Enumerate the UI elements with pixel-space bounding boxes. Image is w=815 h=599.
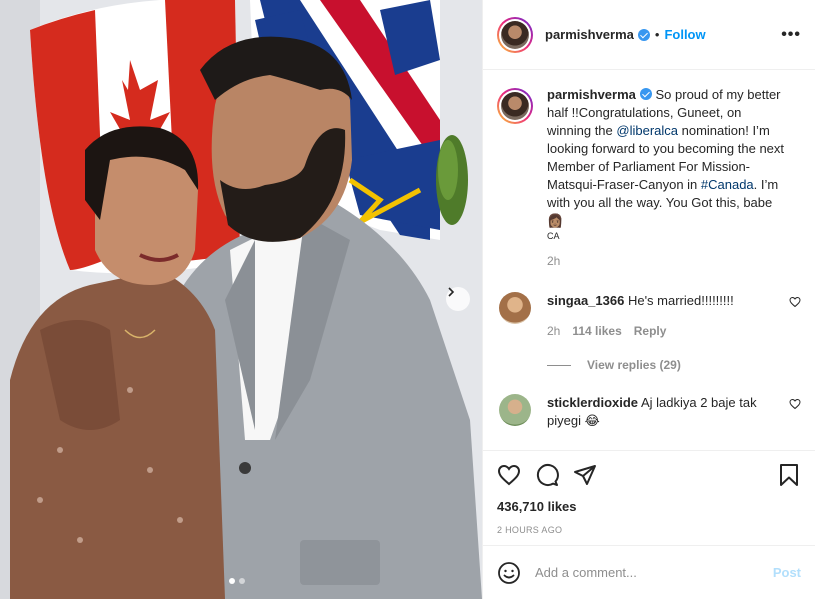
comment-body: sticklerdioxide Aj ladkiya 2 baje tak pi…: [547, 394, 767, 430]
more-options-icon[interactable]: •••: [781, 26, 801, 44]
comments-list[interactable]: parmishverma So proud of my better half …: [483, 86, 815, 450]
comment-item: singaa_1366 He's married!!!!!!!!! 2h 114…: [497, 292, 801, 340]
mention-link[interactable]: @liberalca: [616, 123, 678, 138]
like-comment-heart-icon[interactable]: [789, 398, 801, 410]
action-icons: [497, 451, 801, 499]
commenter-username[interactable]: singaa_1366: [547, 293, 624, 308]
caption: parmishverma So proud of my better half …: [497, 86, 801, 270]
post-actions: 436,710 likes 2 HOURS AGO: [483, 450, 815, 535]
next-slide-button[interactable]: [446, 287, 470, 311]
share-paper-plane-icon[interactable]: [573, 463, 597, 487]
caption-time[interactable]: 2h: [547, 252, 787, 270]
add-comment-input[interactable]: [535, 565, 773, 580]
emoji-smiley-icon[interactable]: [497, 561, 521, 585]
separator-dot: •: [654, 27, 660, 42]
post-header: parmishverma • Follow •••: [483, 0, 815, 70]
caption-username[interactable]: parmishverma: [547, 87, 636, 102]
reply-button[interactable]: Reply: [634, 322, 667, 340]
comment-likes[interactable]: 114 likes: [572, 322, 621, 340]
caption-avatar[interactable]: [497, 88, 533, 124]
post-timestamp[interactable]: 2 HOURS AGO: [497, 525, 801, 535]
comment-text: He's married!!!!!!!!!: [624, 293, 734, 308]
author-avatar[interactable]: [497, 16, 533, 53]
photo-illustration: [0, 0, 482, 599]
like-comment-heart-icon[interactable]: [789, 296, 801, 308]
carousel-dot: [239, 578, 245, 584]
commenter-avatar[interactable]: [499, 292, 531, 324]
verified-badge-icon: [639, 88, 652, 100]
post-photo[interactable]: [0, 0, 482, 599]
comment-bubble-icon[interactable]: [535, 463, 559, 487]
commenter-username[interactable]: sticklerdioxide: [547, 395, 638, 410]
like-heart-icon[interactable]: [497, 463, 521, 487]
caption-body: parmishverma So proud of my better half …: [547, 86, 787, 270]
post-side-panel: parmishverma • Follow ••• parmishverma S…: [482, 0, 815, 599]
comment-meta: 2h 114 likes Reply: [547, 322, 767, 340]
post-comment-button[interactable]: Post: [773, 565, 801, 580]
chevron-right-icon: [448, 287, 455, 297]
flag-label: CA: [547, 231, 560, 241]
hashtag-link[interactable]: #Canada: [701, 177, 754, 192]
replies-divider: [547, 364, 571, 366]
add-comment-bar: Post: [483, 545, 815, 599]
view-replies-label: View replies (29): [587, 358, 681, 372]
view-replies-button[interactable]: View replies (29): [547, 358, 801, 372]
commenter-avatar[interactable]: [499, 394, 531, 426]
save-bookmark-icon[interactable]: [777, 463, 801, 487]
carousel-dot-active: [229, 578, 235, 584]
carousel-dots: [229, 578, 245, 584]
likes-count[interactable]: 436,710 likes: [497, 499, 801, 514]
comment-time[interactable]: 2h: [547, 322, 560, 340]
verified-badge-icon: [637, 28, 650, 41]
comment-item: sticklerdioxide Aj ladkiya 2 baje tak pi…: [497, 394, 801, 430]
follow-button[interactable]: Follow: [664, 27, 705, 42]
author-username[interactable]: parmishverma: [545, 27, 634, 42]
comment-body: singaa_1366 He's married!!!!!!!!! 2h 114…: [547, 292, 767, 340]
